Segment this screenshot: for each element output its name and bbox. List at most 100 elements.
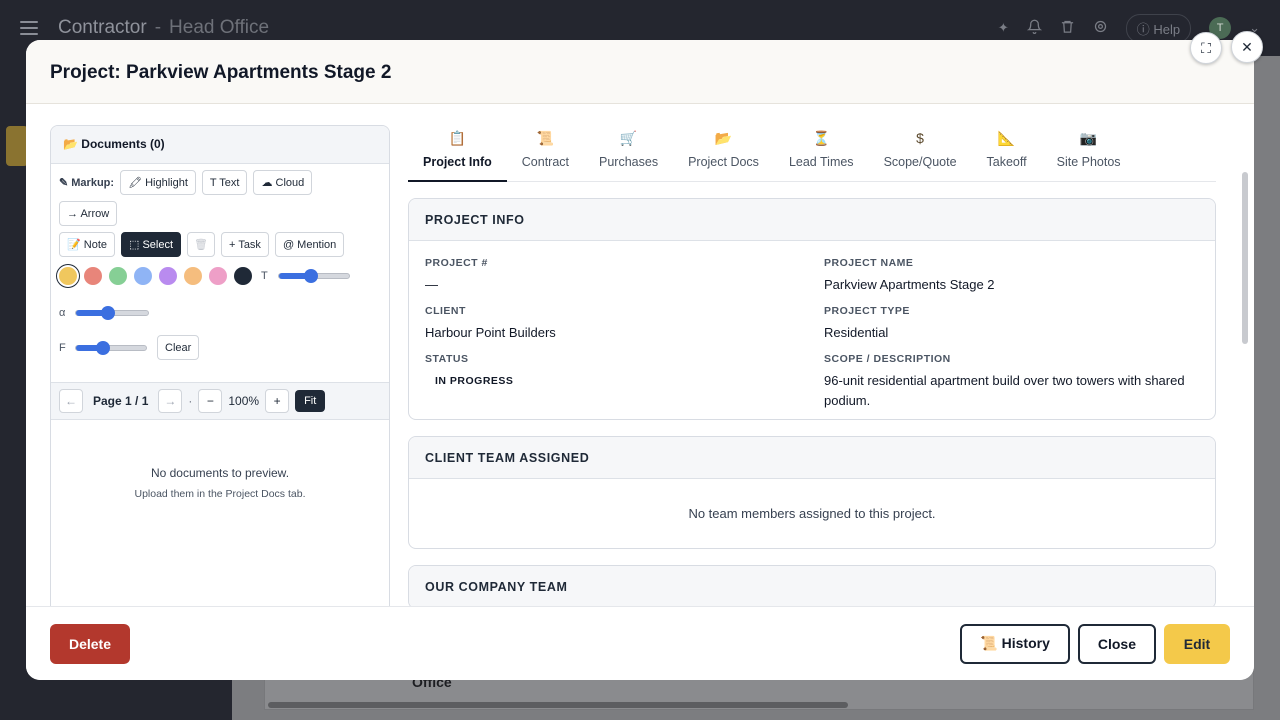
bell-icon[interactable]: [1026, 19, 1042, 37]
tab-label: Site Photos: [1056, 155, 1121, 169]
company-team-section: OUR COMPANY TEAM: [408, 565, 1216, 606]
arrow-tool-button[interactable]: → Arrow: [59, 201, 118, 226]
color-swatch[interactable]: [59, 267, 77, 285]
delete-button[interactable]: Delete: [50, 623, 130, 664]
zoom-in-button[interactable]: +: [265, 389, 290, 413]
tab-label: Purchases: [599, 155, 659, 169]
task-tool-button[interactable]: + Task: [221, 232, 269, 257]
project-info-section: PROJECT INFO PROJECT # — PROJECT NAME Pa…: [408, 198, 1216, 420]
app-subtitle: Head Office: [169, 17, 270, 38]
tab-icon: 🛒: [619, 130, 638, 146]
font-size-slider[interactable]: [75, 340, 147, 355]
documents-header: 📂 Documents (0): [51, 126, 389, 164]
cloud-tool-button[interactable]: ☁ Cloud: [253, 170, 313, 195]
project-name-label: PROJECT NAME: [824, 257, 914, 269]
page-navigation: ← Page 1 / 1 → · − 100% + Fit: [51, 382, 389, 420]
tab-label: Project Docs: [688, 155, 759, 169]
client-team-empty: No team members assigned to this project…: [688, 506, 936, 521]
modal-body: 📂 Documents (0) ✎ Markup: 🖍 Highlight T …: [26, 104, 1254, 615]
delete-markup-button[interactable]: 🗑: [187, 232, 216, 257]
help-button[interactable]: ⓘ Help: [1125, 13, 1192, 43]
color-swatch[interactable]: [84, 267, 102, 285]
tab-icon: 📐: [997, 130, 1016, 146]
client-team-section: CLIENT TEAM ASSIGNED No team members ass…: [408, 436, 1216, 549]
modal-scrollbar[interactable]: [1242, 172, 1248, 344]
scope-label: SCOPE / DESCRIPTION: [824, 353, 951, 365]
thickness-slider-label: T: [261, 270, 268, 282]
sparkle-icon[interactable]: ✦: [998, 20, 1009, 36]
modal-title: Project: Parkview Apartments Stage 2: [50, 62, 392, 83]
text-tool-button[interactable]: T Text: [201, 170, 248, 195]
tab-icon: $: [916, 130, 924, 146]
background-scrollbar[interactable]: [268, 702, 848, 708]
project-modal: Project: Parkview Apartments Stage 2 📂 D…: [26, 40, 1254, 680]
modal-header: Project: Parkview Apartments Stage 2: [26, 40, 1254, 104]
expand-icon[interactable]: ⛶: [1190, 32, 1222, 64]
app-title: Contractor: [58, 17, 147, 38]
color-swatch[interactable]: [109, 267, 127, 285]
tab-lead-times[interactable]: ⏳ Lead Times: [774, 130, 869, 181]
opacity-slider-label: α: [59, 307, 66, 319]
tab-scope-quote[interactable]: $ Scope/Quote: [869, 130, 972, 181]
close-button[interactable]: Close: [1077, 623, 1156, 664]
markup-label: ✎ Markup:: [59, 177, 115, 189]
tab-icon: 📷: [1079, 130, 1098, 146]
empty-preview: No documents to preview. Upload them in …: [51, 466, 389, 500]
clear-button[interactable]: Clear: [157, 335, 200, 360]
gear-icon[interactable]: [1093, 19, 1108, 37]
project-number-value: —: [425, 277, 438, 292]
note-tool-button[interactable]: 📝 Note: [59, 232, 115, 257]
tab-takeoff[interactable]: 📐 Takeoff: [972, 130, 1042, 181]
color-swatches: T: [59, 267, 381, 285]
markup-toolbar: ✎ Markup: 🖍 Highlight T Text ☁ Cloud → A…: [51, 164, 389, 370]
pager-dot: ·: [188, 394, 193, 408]
tab-bar: 📋 Project Info 📜 Contract 🛒 Purchases 📂 Project…: [408, 104, 1216, 182]
modal-footer: Delete 📜 History Close Edit: [26, 606, 1254, 680]
tab-label: Contract: [521, 155, 570, 169]
help-label: Help: [1153, 21, 1181, 37]
tab-icon: 📜: [536, 130, 555, 146]
color-swatch[interactable]: [184, 267, 202, 285]
tab-label: Project Info: [423, 155, 492, 169]
menu-icon[interactable]: [20, 21, 38, 35]
fit-button[interactable]: Fit: [295, 390, 326, 412]
tab-label: Scope/Quote: [883, 155, 957, 169]
status-badge: IN PROGRESS: [435, 375, 514, 387]
trash-icon[interactable]: [1060, 19, 1075, 37]
project-type-label: PROJECT TYPE: [824, 305, 910, 317]
color-swatch[interactable]: [234, 267, 252, 285]
empty-preview-title: No documents to preview.: [150, 466, 290, 480]
select-tool-button[interactable]: ⬚ Select: [121, 232, 182, 257]
client-label: CLIENT: [425, 305, 466, 317]
close-icon[interactable]: ✕: [1231, 31, 1263, 63]
tab-site-photos[interactable]: 📷 Site Photos: [1042, 130, 1136, 181]
sidebar-active-indicator: [6, 126, 28, 166]
font-slider-label: F: [59, 341, 66, 354]
color-swatch[interactable]: [209, 267, 227, 285]
color-swatch[interactable]: [159, 267, 177, 285]
tab-label: Lead Times: [788, 155, 854, 169]
scope-value: 96-unit residential apartment build over…: [824, 373, 1185, 408]
mention-tool-button[interactable]: @ Mention: [274, 232, 345, 257]
status-label: STATUS: [425, 353, 469, 365]
color-swatch[interactable]: [134, 267, 152, 285]
tab-contract[interactable]: 📜 Contract: [507, 130, 584, 181]
thickness-slider[interactable]: [278, 269, 350, 283]
edit-button[interactable]: Edit: [1164, 623, 1230, 664]
tab-icon: 📋: [448, 130, 467, 146]
tab-project-info[interactable]: 📋 Project Info: [408, 130, 507, 182]
zoom-out-button[interactable]: −: [198, 389, 223, 413]
tab-project-docs[interactable]: 📂 Project Docs: [673, 130, 774, 181]
highlight-tool-button[interactable]: 🖍 Highlight: [120, 170, 196, 195]
tab-icon: ⏳: [812, 130, 830, 146]
client-value: Harbour Point Builders: [425, 325, 556, 340]
tab-purchases[interactable]: 🛒 Purchases: [584, 130, 673, 181]
prev-page-button[interactable]: ←: [59, 389, 83, 413]
zoom-level: 100%: [228, 394, 260, 408]
next-page-button[interactable]: →: [158, 389, 183, 413]
company-team-heading: OUR COMPANY TEAM: [409, 566, 1215, 606]
documents-panel: 📂 Documents (0) ✎ Markup: 🖍 Highlight T …: [50, 125, 390, 615]
app-title-separator: -: [154, 17, 162, 38]
opacity-slider[interactable]: [75, 306, 149, 320]
history-button[interactable]: 📜 History: [960, 623, 1070, 664]
